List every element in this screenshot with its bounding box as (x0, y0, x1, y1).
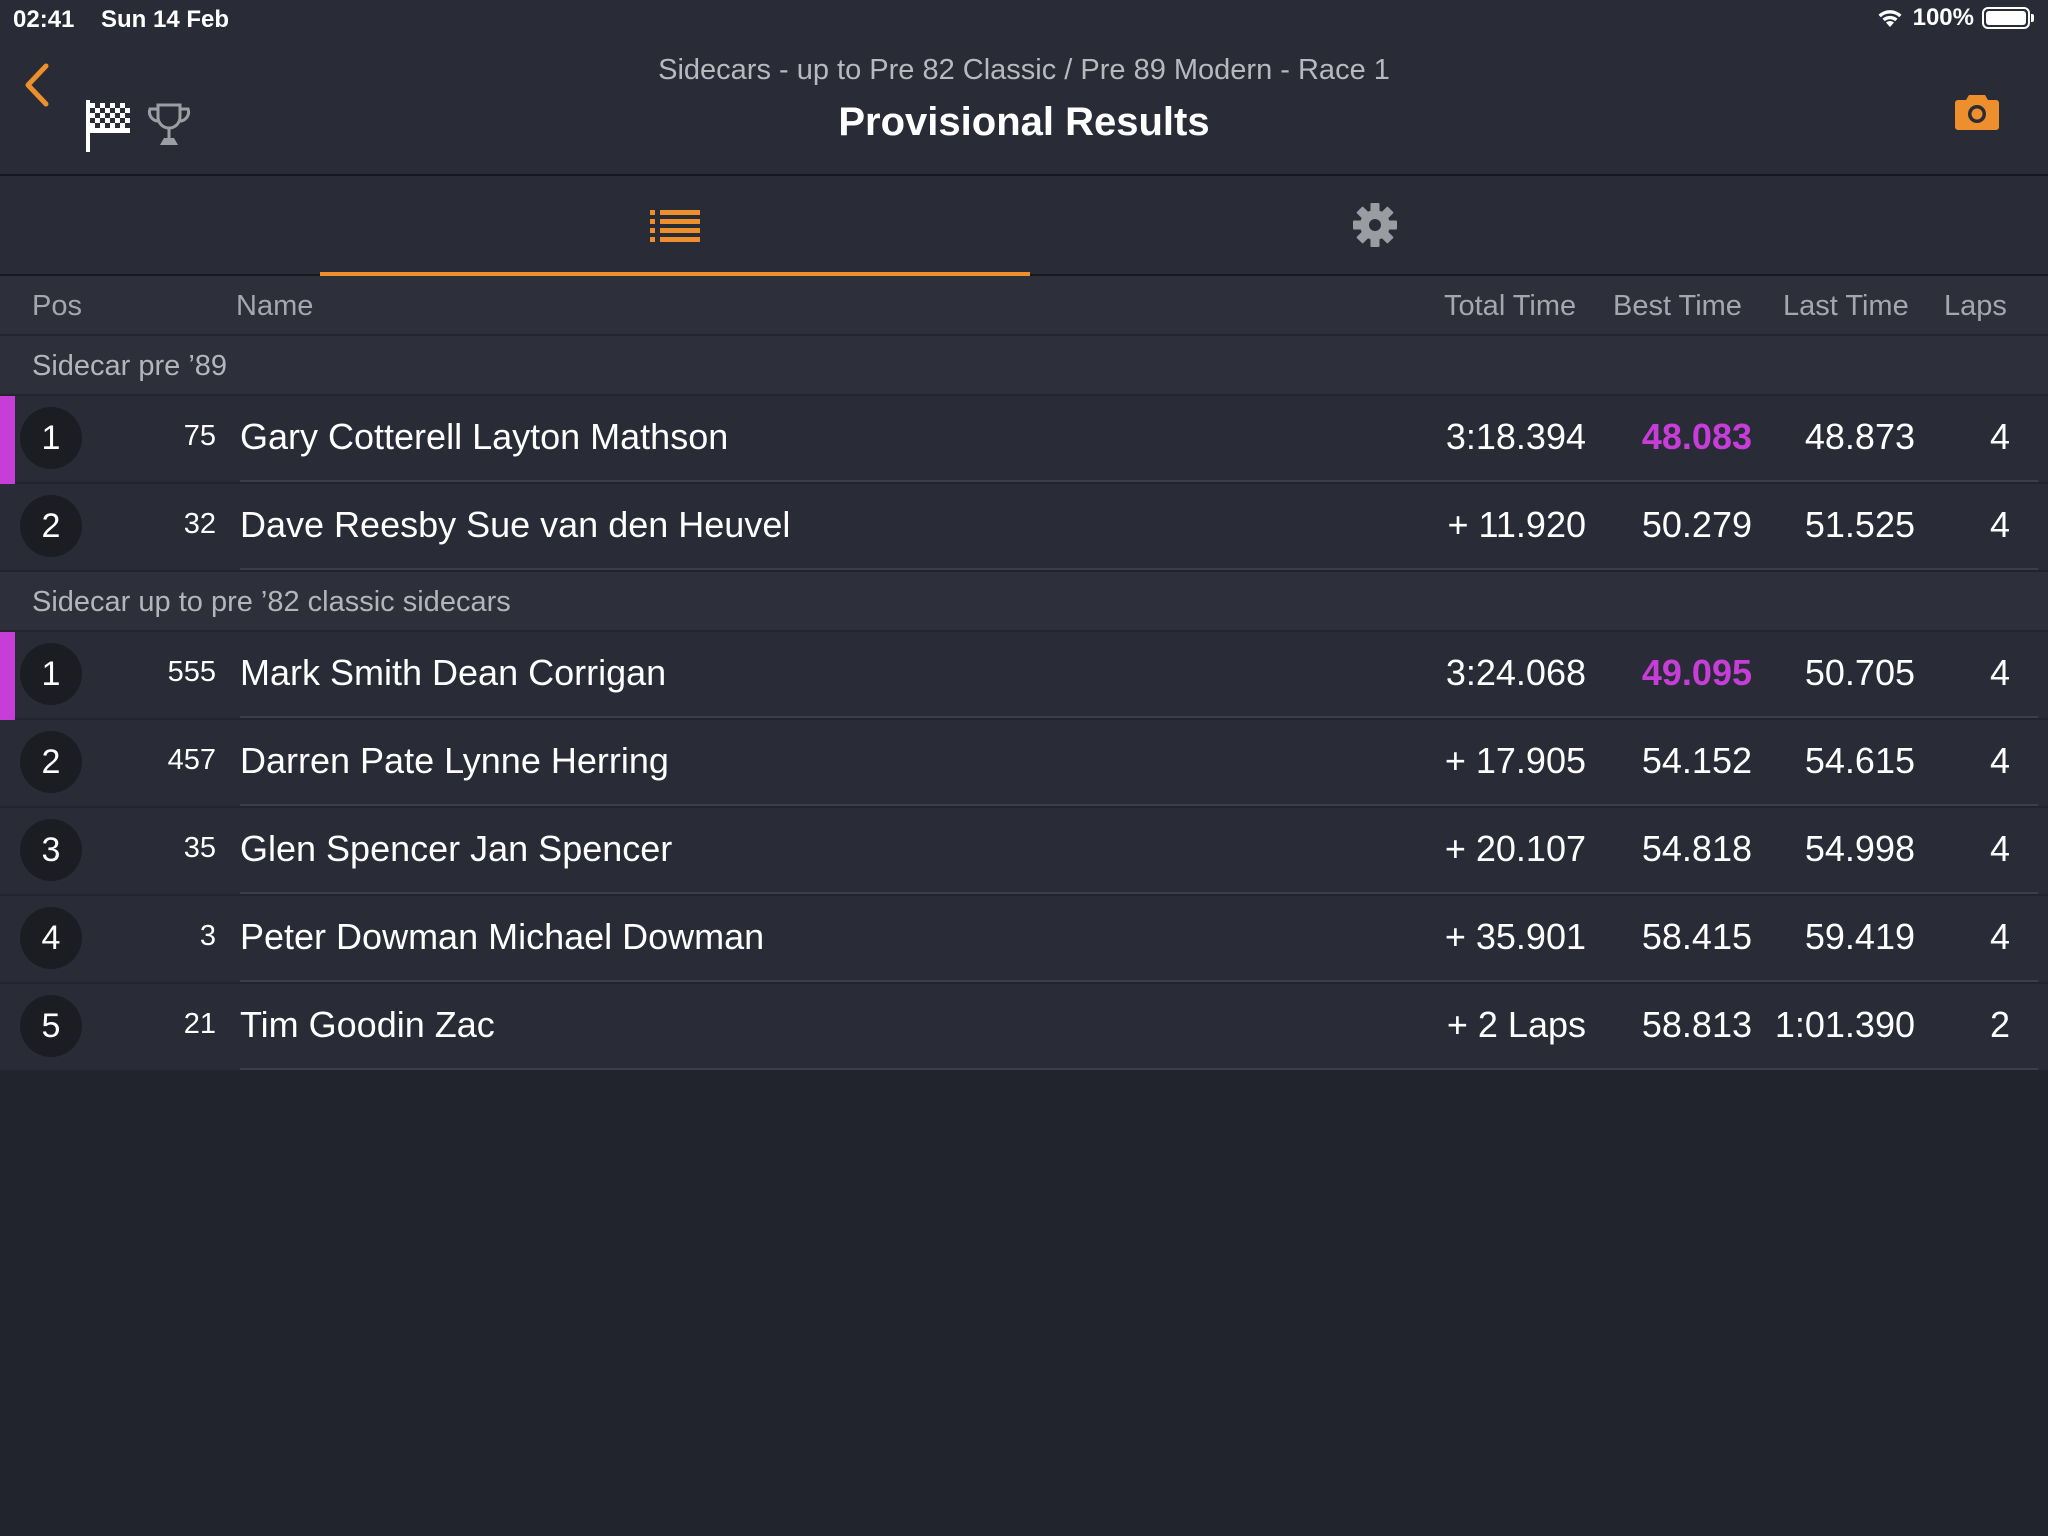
best-time: 54.818 (1641, 828, 1752, 869)
result-row[interactable]: 1 555 Mark Smith Dean Corrigan 3:24.068 … (0, 632, 2048, 720)
last-time: 54.998 (1804, 828, 1915, 869)
laps: 4 (1989, 652, 2010, 693)
best-time: 58.813 (1641, 1004, 1752, 1045)
position-badge: 1 (20, 407, 82, 469)
class-section-header: Sidecar up to pre ’82 classic sidecars (0, 572, 2048, 632)
total-time: 3:18.394 (1445, 416, 1586, 457)
position-badge: 3 (20, 819, 82, 881)
race-number: 21 (183, 1008, 216, 1040)
column-headers: Pos Name Total Time Best Time Last Time … (0, 276, 2048, 336)
wifi-icon (1878, 10, 1902, 27)
result-row[interactable]: 5 21 Tim Goodin Zac + 2 Laps 58.813 1:01… (0, 984, 2048, 1070)
rider-names: Tim Goodin Zac (240, 1004, 495, 1045)
row-divider (240, 1068, 2038, 1070)
best-time: 50.279 (1641, 504, 1752, 545)
result-row[interactable]: 4 3 Peter Dowman Michael Dowman + 35.901… (0, 896, 2048, 982)
rider-names: Glen Spencer Jan Spencer (240, 828, 673, 869)
status-time: 02:41 (13, 6, 75, 33)
last-time: 50.705 (1804, 652, 1915, 693)
tab-results-list[interactable] (320, 176, 1030, 276)
row-divider (240, 716, 2038, 718)
position-badge: 1 (20, 643, 82, 705)
race-number: 35 (183, 832, 216, 864)
total-time: + 20.107 (1444, 828, 1586, 869)
rider-names: Mark Smith Dean Corrigan (240, 652, 667, 693)
last-time: 48.873 (1804, 416, 1915, 457)
rider-names: Darren Pate Lynne Herring (240, 740, 669, 781)
position-badge: 4 (20, 907, 82, 969)
result-row[interactable]: 2 32 Dave Reesby Sue van den Heuvel + 11… (0, 484, 2048, 570)
class-section-header: Sidecar pre ’89 (0, 336, 2048, 396)
list-icon (650, 210, 700, 242)
best-time: 49.095 (1641, 652, 1752, 693)
position-badge: 2 (20, 495, 82, 557)
best-time: 48.083 (1641, 416, 1752, 457)
position-badge: 5 (20, 995, 82, 1057)
last-time: 1:01.390 (1774, 1004, 1915, 1045)
rider-names: Dave Reesby Sue van den Heuvel (240, 504, 791, 545)
total-time: + 17.905 (1444, 740, 1586, 781)
row-divider (240, 480, 2038, 482)
fastest-lap-marker (0, 632, 15, 720)
fastest-lap-marker (0, 396, 15, 484)
col-total-time: Total Time (1444, 290, 1577, 322)
tab-settings[interactable] (1030, 176, 1720, 274)
last-time: 54.615 (1804, 740, 1915, 781)
laps: 2 (1989, 1004, 2010, 1045)
row-divider (240, 892, 2038, 894)
rider-names: Gary Cotterell Layton Mathson (240, 416, 729, 457)
section-title: Sidecar up to pre ’82 classic sidecars (32, 586, 511, 618)
results-screen: 02:41 Sun 14 Feb 100% Sidecars - up to P… (0, 0, 2048, 1536)
result-row[interactable]: 1 75 Gary Cotterell Layton Mathson 3:18.… (0, 396, 2048, 484)
race-number: 3 (199, 920, 216, 952)
laps: 4 (1989, 916, 2010, 957)
rider-names: Peter Dowman Michael Dowman (240, 916, 765, 957)
race-number: 457 (167, 744, 216, 776)
total-time: + 11.920 (1447, 504, 1586, 545)
best-time: 58.415 (1641, 916, 1752, 957)
best-time: 54.152 (1641, 740, 1752, 781)
race-number: 75 (183, 420, 216, 452)
row-divider (240, 804, 2038, 806)
page-title: Provisional Results (838, 100, 1210, 144)
col-pos: Pos (32, 290, 82, 322)
status-date: Sun 14 Feb (101, 6, 230, 33)
camera-icon[interactable] (1955, 92, 1999, 130)
race-subtitle: Sidecars - up to Pre 82 Classic / Pre 89… (658, 54, 1390, 86)
total-time: + 2 Laps (1446, 1004, 1586, 1045)
col-last-time: Last Time (1783, 290, 1909, 322)
nav-header: Sidecars - up to Pre 82 Classic / Pre 89… (0, 40, 2048, 176)
battery-percent: 100% (1912, 4, 1974, 31)
last-time: 51.525 (1804, 504, 1915, 545)
row-divider (240, 980, 2038, 982)
total-time: 3:24.068 (1445, 652, 1586, 693)
tab-bar (0, 176, 2048, 276)
total-time: + 35.901 (1444, 916, 1586, 957)
row-divider (240, 568, 2038, 570)
last-time: 59.419 (1804, 916, 1915, 957)
race-number: 32 (183, 508, 216, 540)
status-right: 100% (1875, 4, 2034, 32)
section-title: Sidecar pre ’89 (32, 350, 228, 382)
gear-icon (1353, 203, 1397, 247)
race-number: 555 (167, 656, 216, 688)
col-best-time: Best Time (1613, 290, 1742, 322)
result-row[interactable]: 3 35 Glen Spencer Jan Spencer + 20.107 5… (0, 808, 2048, 894)
laps: 4 (1989, 504, 2010, 545)
laps: 4 (1989, 740, 2010, 781)
laps: 4 (1989, 828, 2010, 869)
battery-icon (1982, 7, 2034, 29)
position-badge: 2 (20, 731, 82, 793)
col-name: Name (236, 290, 314, 322)
laps: 4 (1989, 416, 2010, 457)
result-row[interactable]: 2 457 Darren Pate Lynne Herring + 17.905… (0, 720, 2048, 806)
col-laps: Laps (1944, 290, 2007, 322)
status-bar: 02:41 Sun 14 Feb 100% (0, 0, 2048, 40)
